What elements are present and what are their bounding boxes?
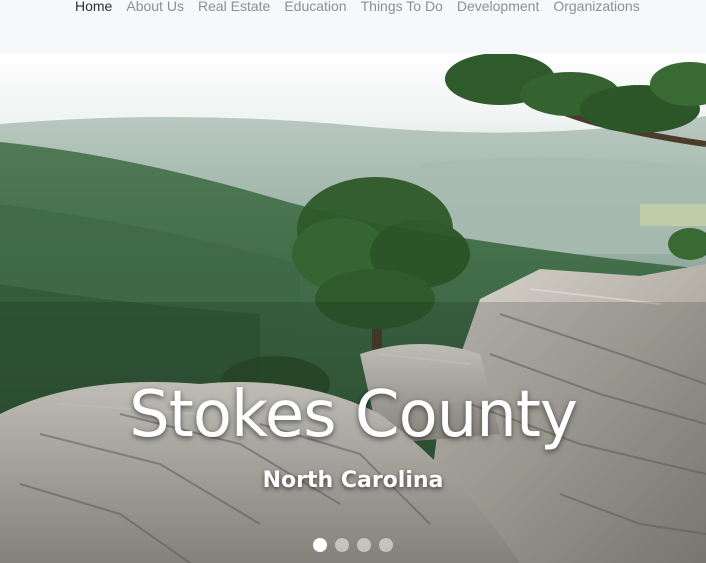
nav-item-real-estate[interactable]: Real Estate: [191, 0, 277, 16]
nav-item-education[interactable]: Education: [277, 0, 353, 16]
hero-subtitle: North Carolina: [262, 468, 444, 493]
nav-item-home[interactable]: Home: [75, 0, 119, 16]
carousel-indicator-3[interactable]: [357, 538, 371, 552]
hero-carousel: Stokes County North Carolina: [0, 54, 706, 563]
carousel-indicator-2[interactable]: [335, 538, 349, 552]
top-navbar: Home About Us Real Estate Education Thin…: [0, 0, 706, 54]
hero-title: Stokes County: [129, 378, 578, 452]
nav-menu: Home About Us Real Estate Education Thin…: [75, 0, 647, 16]
nav-item-things-to-do[interactable]: Things To Do: [354, 0, 450, 16]
carousel-indicator-1[interactable]: [313, 538, 327, 552]
nav-item-development[interactable]: Development: [450, 0, 547, 16]
carousel-indicator-4[interactable]: [379, 538, 393, 552]
carousel-indicators: [0, 538, 706, 552]
page: Home About Us Real Estate Education Thin…: [0, 0, 706, 563]
nav-item-organizations[interactable]: Organizations: [546, 0, 646, 16]
nav-item-about-us[interactable]: About Us: [119, 0, 191, 16]
